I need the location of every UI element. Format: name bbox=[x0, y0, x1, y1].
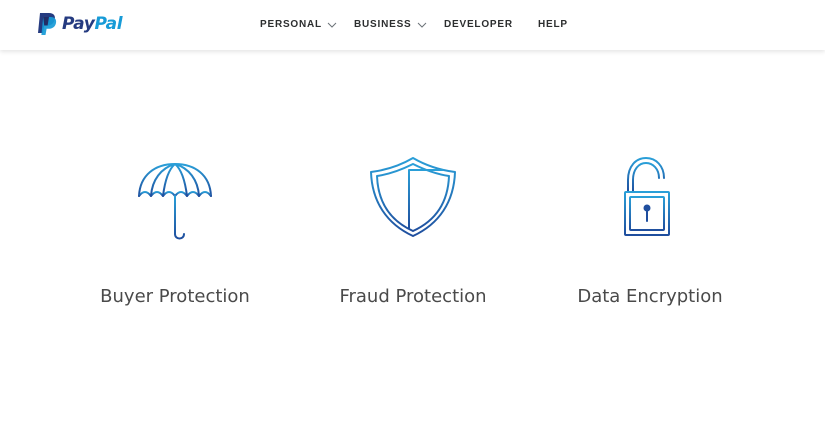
chevron-down-icon bbox=[327, 22, 337, 28]
feature-icon-wrap bbox=[540, 150, 760, 250]
main-nav: PERSONAL BUSINESS DEVELOPER HELP bbox=[0, 0, 825, 50]
chevron-down-icon bbox=[417, 22, 426, 28]
nav-item-help[interactable]: HELP bbox=[538, 19, 568, 30]
nav-item-label: DEVELOPER bbox=[444, 19, 513, 30]
nav-item-label: PERSONAL bbox=[260, 19, 322, 30]
feature-label: Fraud Protection bbox=[339, 286, 487, 307]
unlocked-padlock-icon bbox=[624, 157, 670, 236]
shield-icon bbox=[370, 157, 456, 237]
umbrella-icon bbox=[138, 157, 212, 240]
feature-icon-wrap bbox=[65, 150, 285, 250]
nav-item-business[interactable]: BUSINESS bbox=[354, 19, 427, 30]
nav-item-developer[interactable]: DEVELOPER bbox=[444, 19, 513, 30]
feature-data-encryption: Data Encryption bbox=[540, 150, 760, 307]
nav-item-personal[interactable]: PERSONAL bbox=[260, 19, 337, 30]
feature-icon-wrap bbox=[303, 150, 523, 250]
header: PayPal PERSONAL BUSINESS DEVELOPER HELP bbox=[0, 0, 825, 50]
nav-item-label: HELP bbox=[538, 19, 568, 30]
feature-label: Data Encryption bbox=[577, 286, 723, 307]
nav-item-label: BUSINESS bbox=[354, 19, 412, 30]
feature-buyer-protection: Buyer Protection bbox=[65, 150, 285, 307]
feature-fraud-protection: Fraud Protection bbox=[303, 150, 523, 307]
feature-label: Buyer Protection bbox=[100, 286, 250, 307]
page: PayPal PERSONAL BUSINESS DEVELOPER HELP bbox=[0, 0, 825, 433]
